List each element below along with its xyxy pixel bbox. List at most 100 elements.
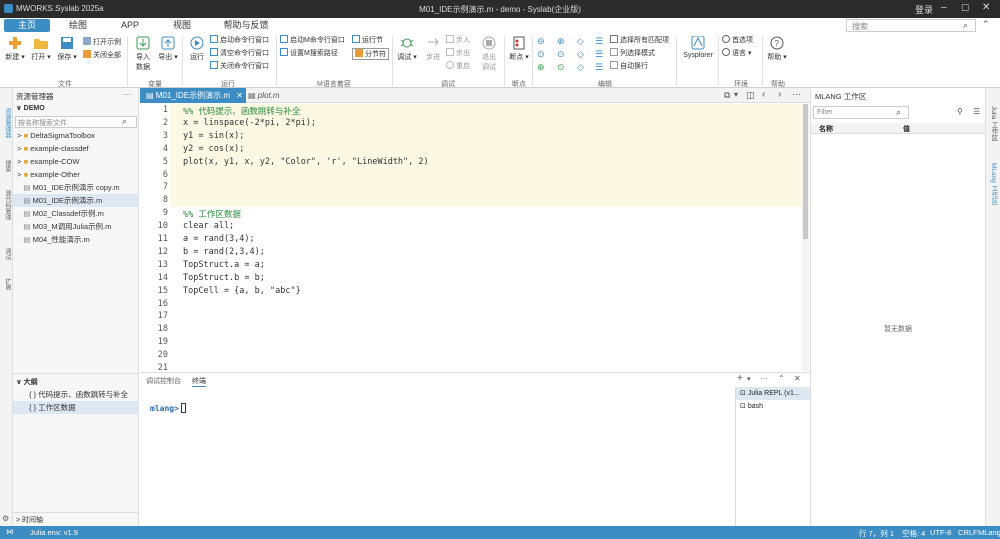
clear-cmd-window-button[interactable]: 清空命令行窗口 (210, 48, 269, 60)
export-button[interactable]: 导出 ▾ (155, 36, 181, 62)
tree-folder[interactable]: > ■ example-classdef (13, 142, 139, 155)
save-button[interactable]: 保存 ▾ (54, 36, 80, 62)
preferences-button[interactable]: 首选项 (722, 35, 753, 47)
code-line[interactable]: %% 工作区数据 (183, 208, 241, 220)
import-data-button[interactable]: 导入 数据 (130, 36, 156, 72)
code-line[interactable]: x = linspace(-2*pi, 2*pi); (183, 118, 316, 128)
chevron-down-icon[interactable]: ▾ (734, 90, 738, 99)
set-m-path-button[interactable]: 设置M搜索路径 (280, 48, 338, 60)
tree-file[interactable]: ▤ M01_IDE示例演示 copy.m (13, 181, 139, 194)
code-line[interactable]: y2 = cos(x); (183, 144, 244, 154)
tree-file[interactable]: ▤ M03_M调用Julia示例.m (13, 220, 139, 233)
open-button[interactable]: 打开 ▾ (28, 36, 54, 62)
column-select-checkbox[interactable]: 列选择模式 (610, 48, 655, 60)
sysplorer-button[interactable]: Sysplorer (680, 36, 716, 59)
step-button[interactable]: 步进 (420, 36, 446, 62)
clear-icon[interactable]: ☰ (973, 107, 980, 116)
tab-debug-console[interactable]: 调试控制台 (146, 376, 181, 386)
remote-icon[interactable]: ⋈ (6, 527, 14, 536)
goto-icon[interactable]: ☰ (595, 62, 603, 73)
file-filter-input[interactable]: 按名称搜索文件 ⌕ (15, 116, 137, 128)
select-all-matches-button[interactable]: 选择所有匹配项 (610, 35, 669, 47)
back-icon[interactable]: ⊖ (537, 36, 545, 47)
more-actions-icon[interactable]: ··· (792, 89, 801, 99)
code-line[interactable]: y1 = sin(x); (183, 131, 244, 141)
editor-scrollbar[interactable] (802, 104, 809, 371)
close-tab-icon[interactable]: ✕ (236, 91, 243, 100)
start-cmd-window-button[interactable]: 启动命令行窗口 (210, 35, 269, 47)
code-line[interactable]: TopStruct.a = a; (183, 260, 265, 270)
find-icon[interactable]: ⊙ (557, 62, 565, 73)
uncomment-icon[interactable]: ⊙ (557, 49, 565, 60)
minimize-button[interactable]: – (941, 2, 947, 13)
tree-folder[interactable]: > ■ DeltaSigmaToolbox (13, 129, 139, 142)
code-line[interactable]: plot(x, y1, x, y2, "Color", 'r', "LineWi… (183, 157, 429, 167)
tab-plot[interactable]: ▤ plot.m (248, 88, 308, 103)
restart-button[interactable]: 重启 (446, 61, 470, 73)
new-terminal-icon[interactable]: + (737, 373, 743, 384)
workspace-filter-input[interactable]: Filter ⌕ (813, 106, 909, 119)
run-section-button[interactable]: 运行节 (352, 35, 383, 47)
breakpoint-button[interactable]: 断点 ▾ (506, 36, 532, 62)
close-cmd-window-button[interactable]: 关闭命令行窗口 (210, 61, 269, 73)
step-in-button[interactable]: 步入 (446, 35, 470, 47)
code-line[interactable]: clear all; (183, 221, 234, 231)
vtab-source-control[interactable]: 源代码管理 (1, 190, 12, 220)
close-button[interactable]: ✕ (982, 2, 990, 13)
run-button[interactable]: 运行 (184, 36, 210, 62)
end-of-line[interactable]: CRLF (958, 528, 978, 537)
tab-help-feedback[interactable]: 帮助与反馈 (218, 19, 274, 32)
code-area[interactable]: 1 %% 代码提示、函数跳转与补全 2 x = linspace(-2*pi, 2*p… (140, 104, 810, 373)
encoding[interactable]: UTF-8 (930, 528, 951, 537)
section-break-button[interactable]: 分节符 (352, 48, 389, 60)
collapse-ribbon-icon[interactable]: ⌃ (982, 19, 990, 30)
help-button[interactable]: ? 帮助 ▾ (764, 36, 790, 62)
login-button[interactable]: 登录 (915, 3, 933, 16)
start-m-cmd-window-button[interactable]: 启动M命令行窗口 (280, 35, 345, 47)
close-panel-icon[interactable]: ✕ (794, 374, 801, 383)
debug-button[interactable]: 调试 ▾ (394, 36, 420, 62)
code-line[interactable]: TopStruct.b = b; (183, 273, 265, 283)
search-icon[interactable]: ⌕ (963, 20, 968, 31)
tab-app[interactable]: APP (112, 19, 148, 32)
vtab-mlang-workspace[interactable]: MLang 工作区 (988, 163, 998, 204)
tree-file[interactable]: ▤ M04_性能演示.m (13, 233, 139, 246)
timeline-header[interactable]: > 时间轴 (16, 515, 43, 525)
close-all-button[interactable]: 关闭全部 (83, 50, 121, 62)
tab-home[interactable]: 主页 (4, 19, 50, 32)
vtab-search[interactable]: 搜索 (1, 160, 12, 172)
settings-gear-icon[interactable]: ⚙ (2, 514, 9, 523)
split-editor-icon[interactable]: ◫ (746, 90, 755, 101)
vtab-explorer[interactable]: 资源管理器 (1, 108, 12, 138)
code-line[interactable]: %% 代码提示、函数跳转与补全 (183, 105, 300, 117)
col-value[interactable]: 值 (903, 124, 910, 134)
new-button[interactable]: 新建 ▾ (2, 36, 28, 62)
exit-debug-button[interactable]: 退出 调试 (476, 36, 502, 72)
list-icon[interactable]: ☰ (595, 36, 603, 47)
format-icon[interactable]: ⊕ (537, 62, 545, 73)
outline-item[interactable]: { } 代码提示、函数跳转与补全 (13, 388, 139, 401)
julia-env[interactable]: Julia env: v1.9 (30, 528, 78, 537)
replace-icon[interactable]: ◇ (577, 62, 584, 73)
chevron-down-icon[interactable]: ▾ (747, 375, 751, 383)
search-box[interactable]: 搜索 ⌕ (846, 19, 976, 32)
session-bash[interactable]: ⊡ bash (736, 400, 811, 413)
maximize-button[interactable]: ☐ (961, 3, 969, 14)
comment-icon[interactable]: ⊙ (537, 49, 545, 60)
more-actions-icon[interactable]: ··· (760, 374, 768, 383)
vtab-julia-workspace[interactable]: Julia 工作区 (988, 106, 998, 141)
tree-file-selected[interactable]: ▤ M01_IDE示例演示.m (13, 194, 139, 207)
maximize-panel-icon[interactable]: ⌃ (778, 374, 785, 383)
session-julia-repl[interactable]: ⊡ Julia REPL (v1... (736, 387, 811, 400)
language-mode[interactable]: MLang (978, 528, 1000, 537)
workspace-root[interactable]: ∨ DEMO (16, 104, 45, 112)
tree-folder[interactable]: > ■ example-COW (13, 155, 139, 168)
code-line[interactable]: b = rand(2,3,4); (183, 247, 265, 257)
pin-icon[interactable]: ⚲ (957, 107, 963, 116)
cursor-position[interactable]: 行 7，列 1 (859, 528, 894, 539)
vtab-extensions[interactable]: 扩展 (1, 278, 12, 290)
outline-header[interactable]: ∨ 大纲 (16, 377, 38, 387)
vtab-debug[interactable]: 调试 (1, 248, 12, 260)
open-example-button[interactable]: 打开示例 (83, 37, 121, 49)
scrollbar-thumb[interactable] (803, 104, 808, 239)
